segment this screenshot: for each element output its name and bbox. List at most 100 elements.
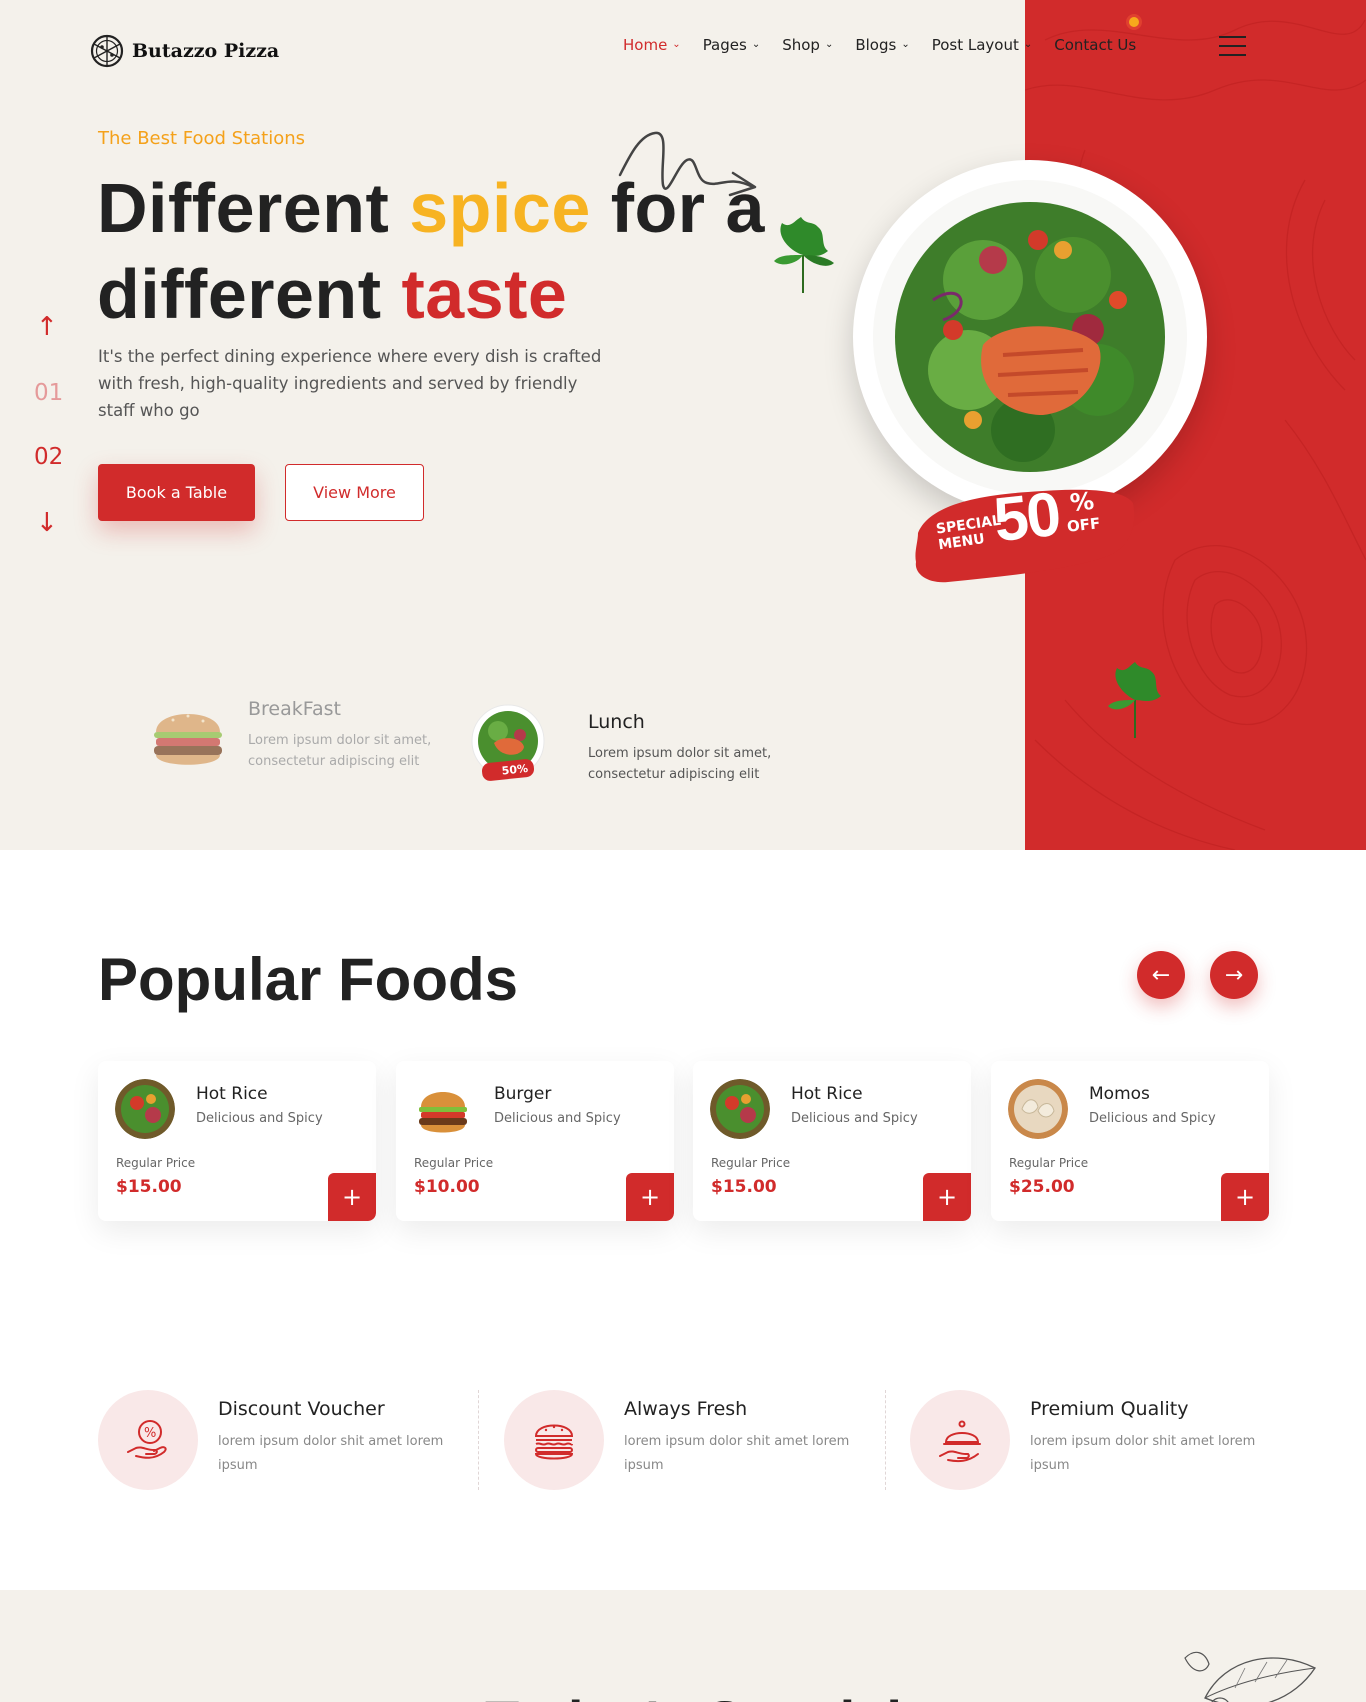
price-label: Regular Price — [1009, 1156, 1089, 1170]
headline-word-highlight: spice — [409, 169, 591, 247]
food-card[interactable]: Hot Rice Delicious and Spicy Regular Pri… — [98, 1061, 376, 1221]
food-thumb — [115, 1079, 175, 1139]
food-card[interactable]: Hot Rice Delicious and Spicy Regular Pri… — [693, 1061, 971, 1221]
badge-off: OFF — [1066, 514, 1102, 536]
feature-icon-circle: % — [98, 1390, 198, 1490]
chevron-down-icon: ⌄ — [672, 38, 681, 50]
nav-home[interactable]: Home ⌄ — [623, 36, 681, 54]
food-subtitle: Delicious and Spicy — [196, 1111, 323, 1126]
food-card[interactable]: Burger Delicious and Spicy Regular Price… — [396, 1061, 674, 1221]
meal-title: Lunch — [588, 711, 645, 733]
burger-icon — [534, 1424, 574, 1460]
plus-icon: + — [1234, 1183, 1256, 1211]
burger-food-icon — [413, 1079, 473, 1139]
meal-description: Lorem ipsum dolor sit amet, consectetur a… — [248, 733, 432, 769]
hero-eyebrow: The Best Food Stations — [98, 128, 306, 149]
nav-contact-us[interactable]: Contact Us — [1054, 36, 1136, 54]
salad-food-icon — [895, 202, 1165, 472]
chevron-down-icon: ⌄ — [901, 38, 910, 50]
hero-section: Butazzo Pizza Home ⌄ Pages ⌄ Shop ⌄ Blogs ⌄ … — [0, 0, 1366, 850]
site-header: Butazzo Pizza Home ⌄ Pages ⌄ Shop ⌄ Blogs ⌄ … — [0, 0, 1366, 95]
meal-description: Lorem ipsum dolor sit amet, consectetur a… — [588, 746, 772, 782]
hot-rice-food-icon — [115, 1079, 175, 1139]
headline-word-accent: taste — [401, 255, 568, 333]
nav-shop[interactable]: Shop ⌄ — [782, 36, 833, 54]
nav-blogs[interactable]: Blogs ⌄ — [855, 36, 909, 54]
plus-icon: + — [639, 1183, 661, 1211]
pizza-icon — [90, 34, 124, 68]
feature-description: lorem ipsum dolor shit amet lorem ipsum — [218, 1434, 444, 1473]
brand-logo[interactable]: Butazzo Pizza — [90, 34, 279, 68]
todays-special-section: Today's Special — [0, 1590, 1366, 1702]
arrow-down-icon[interactable]: ↓ — [36, 508, 58, 538]
food-price: $15.00 — [711, 1177, 777, 1197]
brand-name: Butazzo Pizza — [132, 40, 280, 62]
view-more-button[interactable]: View More — [285, 464, 424, 521]
arrow-up-icon[interactable]: ↑ — [36, 312, 58, 342]
meal-tab-lunch[interactable]: 50% Lunch Lorem ipsum dolor sit amet, con… — [470, 703, 771, 785]
headline-word: different — [97, 255, 382, 333]
serving-cloche-icon — [939, 1420, 981, 1463]
food-thumb — [710, 1079, 770, 1139]
slide-number-02[interactable]: 02 — [34, 444, 63, 470]
chevron-down-icon: ⌄ — [1023, 38, 1033, 50]
leaf-sketch-icon — [1184, 1651, 1316, 1702]
feature-title: Always Fresh — [624, 1398, 748, 1420]
add-to-cart-button[interactable]: + — [626, 1173, 674, 1221]
plus-icon: + — [341, 1183, 363, 1211]
price-label: Regular Price — [116, 1156, 196, 1170]
food-thumb — [1008, 1079, 1068, 1139]
book-table-button[interactable]: Book a Table — [98, 464, 255, 521]
main-nav: Home ⌄ Pages ⌄ Shop ⌄ Blogs ⌄ Post Layout ⌄ C… — [623, 36, 1158, 54]
parsley-leaf-icon — [1108, 662, 1161, 738]
arrow-right-icon: → — [1224, 962, 1244, 988]
hamburger-menu-icon[interactable] — [1219, 36, 1246, 56]
meal-title: BreakFast — [248, 698, 341, 720]
feature-description: lorem ipsum dolor shit amet lorem ipsum — [624, 1434, 850, 1473]
food-price: $10.00 — [414, 1177, 480, 1197]
feature-icon-circle — [504, 1390, 604, 1490]
nav-pages[interactable]: Pages ⌄ — [703, 36, 761, 54]
headline-word: Different — [97, 169, 390, 247]
carousel-next-button[interactable]: → — [1210, 951, 1258, 999]
meal-tab-breakfast[interactable]: BreakFast Lorem ipsum dolor sit amet, con… — [148, 698, 431, 774]
feature-title: Premium Quality — [1030, 1398, 1189, 1420]
arrow-left-icon: ← — [1151, 962, 1171, 988]
feature-always-fresh: Always Fresh lorem ipsum dolor shit amet… — [504, 1390, 874, 1490]
carousel-prev-button[interactable]: ← — [1137, 951, 1185, 999]
feature-title: Discount Voucher — [218, 1398, 385, 1420]
food-card[interactable]: Momos Delicious and Spicy Regular Price … — [991, 1061, 1269, 1221]
slide-number-01[interactable]: 01 — [34, 380, 63, 406]
feature-divider — [885, 1390, 886, 1490]
popular-foods-title: Popular Foods — [98, 946, 518, 1013]
discount-hand-icon: % — [127, 1420, 167, 1459]
notification-dot — [1126, 14, 1142, 30]
svg-text:%: % — [144, 1426, 156, 1441]
badge-percent: % — [1068, 486, 1096, 518]
add-to-cart-button[interactable]: + — [328, 1173, 376, 1221]
food-name: Momos — [1089, 1084, 1150, 1104]
food-price: $25.00 — [1009, 1177, 1075, 1197]
parsley-leaf-icon — [774, 217, 834, 293]
food-name: Hot Rice — [791, 1084, 863, 1104]
lunch-thumb: 50% — [470, 703, 546, 783]
burger-food-icon — [154, 714, 222, 765]
plus-icon: + — [936, 1183, 958, 1211]
food-name: Burger — [494, 1084, 552, 1104]
add-to-cart-button[interactable]: + — [1221, 1173, 1269, 1221]
momos-food-icon — [1008, 1079, 1068, 1139]
chevron-down-icon: ⌄ — [751, 38, 761, 50]
add-to-cart-button[interactable]: + — [923, 1173, 971, 1221]
hot-rice-food-icon — [710, 1079, 770, 1139]
feature-divider — [478, 1390, 479, 1490]
food-subtitle: Delicious and Spicy — [494, 1111, 621, 1126]
food-price: $15.00 — [116, 1177, 182, 1197]
food-name: Hot Rice — [196, 1084, 268, 1104]
todays-special-title: Today's Special — [485, 1688, 902, 1702]
chevron-down-icon: ⌄ — [824, 38, 834, 50]
price-label: Regular Price — [711, 1156, 791, 1170]
feature-premium-quality: Premium Quality lorem ipsum dolor shit a… — [910, 1390, 1280, 1490]
hero-description: It's the perfect dining experience where… — [98, 347, 602, 420]
food-subtitle: Delicious and Spicy — [1089, 1111, 1216, 1126]
nav-post-layout[interactable]: Post Layout ⌄ — [932, 36, 1033, 54]
